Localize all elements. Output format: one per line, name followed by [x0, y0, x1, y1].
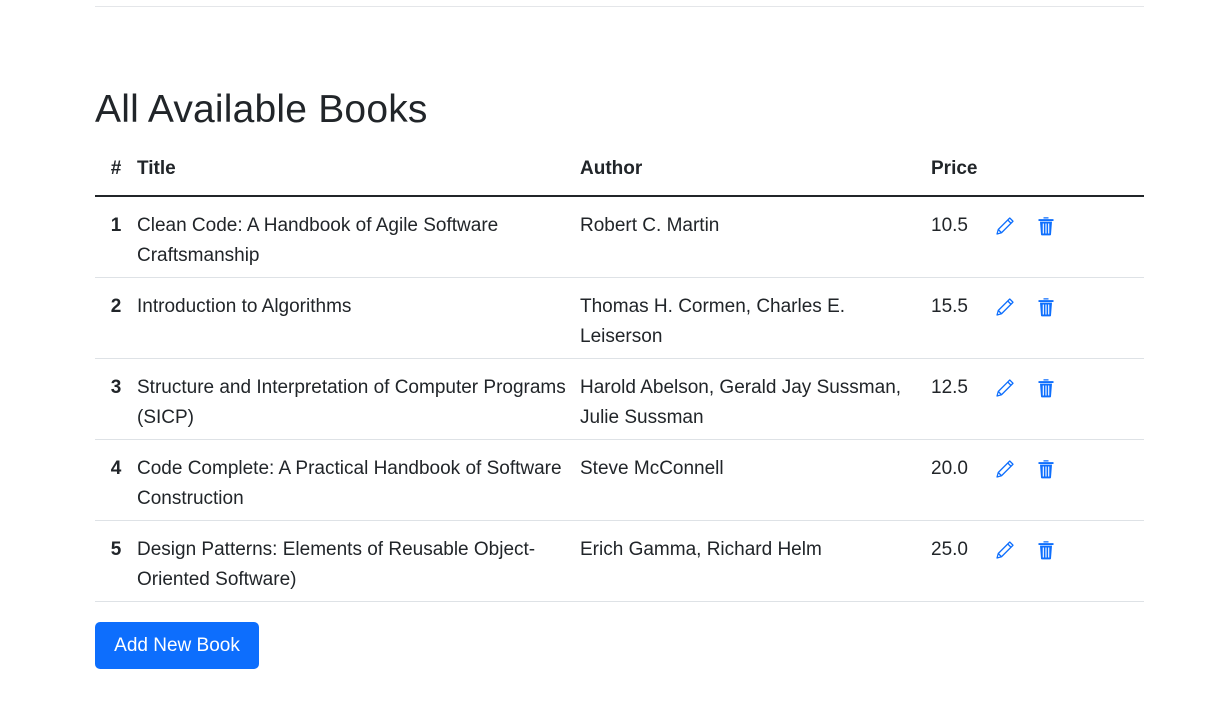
- top-divider: [95, 6, 1144, 7]
- book-title: Structure and Interpretation of Computer…: [137, 358, 580, 440]
- header-num: #: [95, 149, 137, 197]
- header-actions: [995, 149, 1144, 197]
- row-actions: [995, 277, 1144, 359]
- book-author: Thomas H. Cormen, Charles E. Leiserson: [580, 277, 931, 359]
- pencil-icon[interactable]: [995, 378, 1015, 398]
- trash-icon[interactable]: [1036, 540, 1056, 560]
- row-actions: [995, 520, 1144, 602]
- book-title: Code Complete: A Practical Handbook of S…: [137, 439, 580, 521]
- book-price: 15.5: [931, 277, 995, 359]
- row-number: 3: [95, 358, 137, 440]
- pencil-icon[interactable]: [995, 459, 1015, 479]
- page-title: All Available Books: [95, 88, 428, 131]
- table-row: 5 Design Patterns: Elements of Reusable …: [95, 520, 1144, 602]
- book-author: Erich Gamma, Richard Helm: [580, 520, 931, 602]
- book-author: Steve McConnell: [580, 439, 931, 521]
- pencil-icon[interactable]: [995, 540, 1015, 560]
- book-author: Robert C. Martin: [580, 196, 931, 278]
- trash-icon[interactable]: [1036, 459, 1056, 479]
- book-title: Design Patterns: Elements of Reusable Ob…: [137, 520, 580, 602]
- row-number: 5: [95, 520, 137, 602]
- row-actions: [995, 358, 1144, 440]
- book-title: Introduction to Algorithms: [137, 277, 580, 359]
- header-price: Price: [931, 149, 995, 197]
- row-number: 4: [95, 439, 137, 521]
- header-author: Author: [580, 149, 931, 197]
- pencil-icon[interactable]: [995, 297, 1015, 317]
- book-price: 12.5: [931, 358, 995, 440]
- books-table: # Title Author Price 1 Clean Code: A Han…: [95, 149, 1144, 602]
- book-title: Clean Code: A Handbook of Agile Software…: [137, 196, 580, 278]
- book-price: 20.0: [931, 439, 995, 521]
- book-author: Harold Abelson, Gerald Jay Sussman, Juli…: [580, 358, 931, 440]
- trash-icon[interactable]: [1036, 216, 1056, 236]
- row-number: 2: [95, 277, 137, 359]
- book-price: 10.5: [931, 196, 995, 278]
- table-header: # Title Author Price: [95, 149, 1144, 197]
- table-row: 1 Clean Code: A Handbook of Agile Softwa…: [95, 196, 1144, 278]
- table-row: 4 Code Complete: A Practical Handbook of…: [95, 439, 1144, 521]
- row-actions: [995, 196, 1144, 278]
- header-title: Title: [137, 149, 580, 197]
- row-actions: [995, 439, 1144, 521]
- header-row: # Title Author Price: [95, 149, 1144, 197]
- book-price: 25.0: [931, 520, 995, 602]
- add-new-book-button[interactable]: Add New Book: [95, 622, 259, 669]
- trash-icon[interactable]: [1036, 378, 1056, 398]
- table-row: 3 Structure and Interpretation of Comput…: [95, 358, 1144, 440]
- table-body: 1 Clean Code: A Handbook of Agile Softwa…: [95, 196, 1144, 602]
- row-number: 1: [95, 196, 137, 278]
- trash-icon[interactable]: [1036, 297, 1056, 317]
- table-row: 2 Introduction to Algorithms Thomas H. C…: [95, 277, 1144, 359]
- pencil-icon[interactable]: [995, 216, 1015, 236]
